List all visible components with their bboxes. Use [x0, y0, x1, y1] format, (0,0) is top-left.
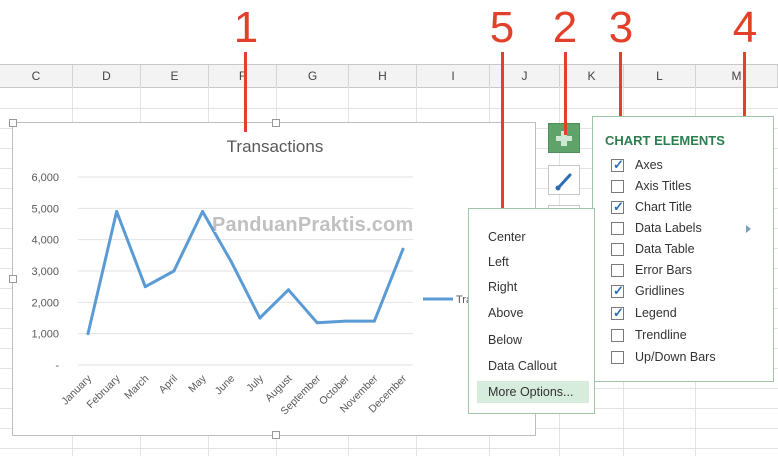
- column-header-k[interactable]: K: [560, 65, 624, 87]
- line-chart[interactable]: Transactions 6,000 5,000 4,000 3,000 2,000 1,…: [9, 119, 536, 439]
- up-down-bars-checkbox[interactable]: [611, 351, 624, 364]
- column-header-l[interactable]: L: [624, 65, 696, 87]
- chart-elements-panel: CHART ELEMENTS ✓ Axes Axis Titles ✓ Char…: [592, 116, 774, 382]
- data-point: [372, 319, 376, 323]
- axis-titles-checkbox[interactable]: [611, 180, 624, 193]
- element-label: Gridlines: [635, 284, 685, 298]
- data-labels-checkbox[interactable]: [611, 222, 624, 235]
- column-header-i[interactable]: I: [417, 65, 490, 87]
- element-up-down-bars[interactable]: Up/Down Bars: [611, 349, 761, 369]
- element-label: Data Table: [635, 242, 695, 256]
- more-options-button[interactable]: More Options...: [477, 381, 589, 403]
- callout-1: 1: [233, 3, 259, 52]
- column-header-d[interactable]: D: [73, 65, 141, 87]
- data-table-checkbox[interactable]: [611, 243, 624, 256]
- element-chart-title[interactable]: ✓ Chart Title: [611, 199, 761, 219]
- data-point: [401, 247, 405, 251]
- trendline-checkbox[interactable]: [611, 329, 624, 342]
- paintbrush-icon: [555, 173, 572, 191]
- element-error-bars[interactable]: Error Bars: [611, 262, 761, 282]
- menu-item-data-callout[interactable]: Data Callout: [469, 355, 594, 377]
- menu-item-above[interactable]: Above: [469, 302, 594, 324]
- element-label: Chart Title: [635, 200, 692, 214]
- column-header-m[interactable]: M: [696, 65, 778, 87]
- callout-5: 5: [489, 3, 515, 52]
- callout-line-2: [564, 52, 567, 135]
- data-point: [286, 288, 290, 292]
- element-label: Error Bars: [635, 263, 692, 277]
- y-tick-label: 4,000: [31, 235, 59, 247]
- menu-item-right[interactable]: Right: [469, 276, 594, 298]
- y-tick-label: 5,000: [31, 203, 59, 215]
- y-tick-label: 6,000: [31, 172, 59, 184]
- axes-checkbox[interactable]: ✓: [611, 157, 624, 172]
- x-tick-label: June: [213, 373, 238, 398]
- column-header-g[interactable]: G: [277, 65, 349, 87]
- y-tick-label: 2,000: [31, 297, 59, 309]
- element-label: Trendline: [635, 328, 687, 342]
- element-data-labels[interactable]: Data Labels: [611, 220, 761, 240]
- menu-item-below[interactable]: Below: [469, 329, 594, 351]
- data-point: [229, 260, 233, 264]
- element-label: Axis Titles: [635, 179, 692, 193]
- column-header-f[interactable]: F: [209, 65, 277, 87]
- callout-line-5: [501, 52, 504, 216]
- callout-3: 3: [608, 3, 634, 52]
- data-point: [344, 319, 348, 323]
- callout-2: 2: [552, 3, 578, 52]
- error-bars-checkbox[interactable]: [611, 264, 624, 277]
- element-gridlines[interactable]: ✓ Gridlines: [611, 283, 761, 303]
- element-axes[interactable]: ✓ Axes: [611, 157, 761, 177]
- element-label: Axes: [635, 158, 663, 172]
- chart-title-checkbox[interactable]: ✓: [611, 199, 624, 214]
- element-axis-titles[interactable]: Axis Titles: [611, 178, 761, 198]
- chart-elements-title: CHART ELEMENTS: [605, 133, 725, 148]
- element-legend[interactable]: ✓ Legend: [611, 305, 761, 325]
- column-header-row: C D E F G H I J K L M: [0, 64, 778, 88]
- menu-item-left[interactable]: Left: [469, 251, 594, 273]
- chart-styles-button[interactable]: [548, 165, 580, 195]
- data-point: [201, 209, 205, 213]
- legend-checkbox[interactable]: ✓: [611, 305, 624, 320]
- menu-item-center[interactable]: Center: [469, 226, 594, 248]
- x-tick-label: July: [244, 372, 266, 394]
- data-point: [143, 285, 147, 289]
- column-header-c[interactable]: C: [0, 65, 73, 87]
- x-tick-label: March: [122, 373, 151, 402]
- element-label: Legend: [635, 306, 677, 320]
- element-trendline[interactable]: Trendline: [611, 327, 761, 347]
- element-data-table[interactable]: Data Table: [611, 241, 761, 261]
- x-tick-label: May: [186, 372, 209, 395]
- element-label: Data Labels: [635, 221, 702, 235]
- column-header-h[interactable]: H: [349, 65, 417, 87]
- data-point: [258, 316, 262, 320]
- chevron-right-icon[interactable]: [746, 225, 751, 233]
- element-label: Up/Down Bars: [635, 350, 716, 364]
- data-point: [315, 321, 319, 325]
- column-header-e[interactable]: E: [141, 65, 209, 87]
- data-point: [115, 209, 119, 213]
- y-tick-label: 1,000: [31, 329, 59, 341]
- y-tick-label: 3,000: [31, 266, 59, 278]
- callout-4: 4: [732, 3, 758, 52]
- callout-line-1: [244, 52, 247, 132]
- watermark: PanduanPraktis.com: [212, 214, 414, 236]
- data-point: [86, 332, 90, 336]
- gridlines-checkbox[interactable]: ✓: [611, 283, 624, 298]
- data-labels-submenu: Center Left Right Above Below Data Callo…: [468, 208, 595, 414]
- data-point: [172, 269, 176, 273]
- x-tick-label: April: [157, 373, 180, 396]
- y-tick-label: -: [55, 360, 59, 372]
